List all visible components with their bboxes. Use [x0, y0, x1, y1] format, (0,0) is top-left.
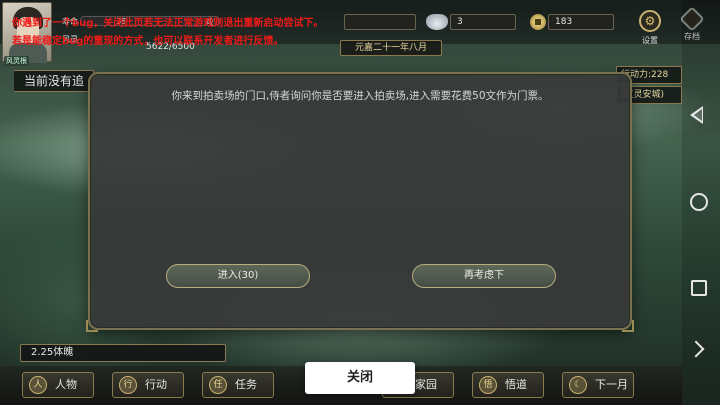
recent-apps-icon[interactable] [691, 280, 707, 296]
person-icon: 人 [29, 376, 47, 394]
silver-count: 3 [450, 14, 516, 30]
menu-action-button[interactable]: 行 行动 [112, 372, 184, 398]
settings-button[interactable]: ⚙ 设置 [634, 10, 666, 46]
dialog-message: 你来到拍卖场的门口,侍者询问你是否要进入拍卖场,进入需要花费50文作为门票。 [171, 90, 549, 102]
enter-auction-button[interactable]: 进入(30) [166, 264, 310, 288]
bug-notice-line1: 你遇到了一个bug，关闭此页若无法正常游戏则退出重新启动尝试下。 [12, 18, 324, 29]
menu-task-button[interactable]: 任 任务 [202, 372, 274, 398]
menu-task-label: 任务 [235, 378, 257, 391]
menu-enlighten-label: 悟道 [505, 378, 527, 391]
bug-notice-line2: 若是能稳定bug的重现的方式，也可以联系开发者进行反馈。 [12, 36, 284, 47]
enlighten-icon: 悟 [479, 376, 497, 394]
menu-home-label: 家园 [415, 378, 437, 391]
game-date: 元嘉二十一年八月 [340, 40, 442, 56]
body-stat-bar: 2.25体魄 [20, 344, 226, 362]
menu-enlighten-button[interactable]: 悟 悟道 [472, 372, 544, 398]
avatar-tag: 风灵根 [4, 56, 29, 66]
coin-count: 183 [548, 14, 614, 30]
back-icon[interactable] [690, 106, 703, 124]
settings-icon: ⚙ [639, 10, 661, 32]
action-icon: 行 [119, 376, 137, 394]
auction-dialog: 你来到拍卖场的门口,侍者询问你是否要进入拍卖场,进入需要花费50文作为门票。 进… [86, 72, 634, 332]
home-circle-icon[interactable] [690, 193, 708, 211]
moon-icon: ☾ [569, 376, 587, 394]
copper-coin-icon [530, 14, 546, 30]
menu-next-month-button[interactable]: ☾ 下一月 [562, 372, 634, 398]
pursuit-banner: 当前没有追 [14, 70, 94, 92]
menu-next-month-label: 下一月 [595, 378, 628, 391]
resource-box-1 [344, 14, 416, 30]
menu-action-label: 行动 [145, 378, 167, 391]
reconsider-button[interactable]: 再考虑下 [412, 264, 556, 288]
close-button[interactable]: 关闭 [305, 362, 415, 394]
task-icon: 任 [209, 376, 227, 394]
silver-ingot-icon [426, 14, 448, 30]
menu-character-button[interactable]: 人 人物 [22, 372, 94, 398]
settings-label: 设置 [642, 36, 658, 45]
menu-character-label: 人物 [55, 378, 77, 391]
